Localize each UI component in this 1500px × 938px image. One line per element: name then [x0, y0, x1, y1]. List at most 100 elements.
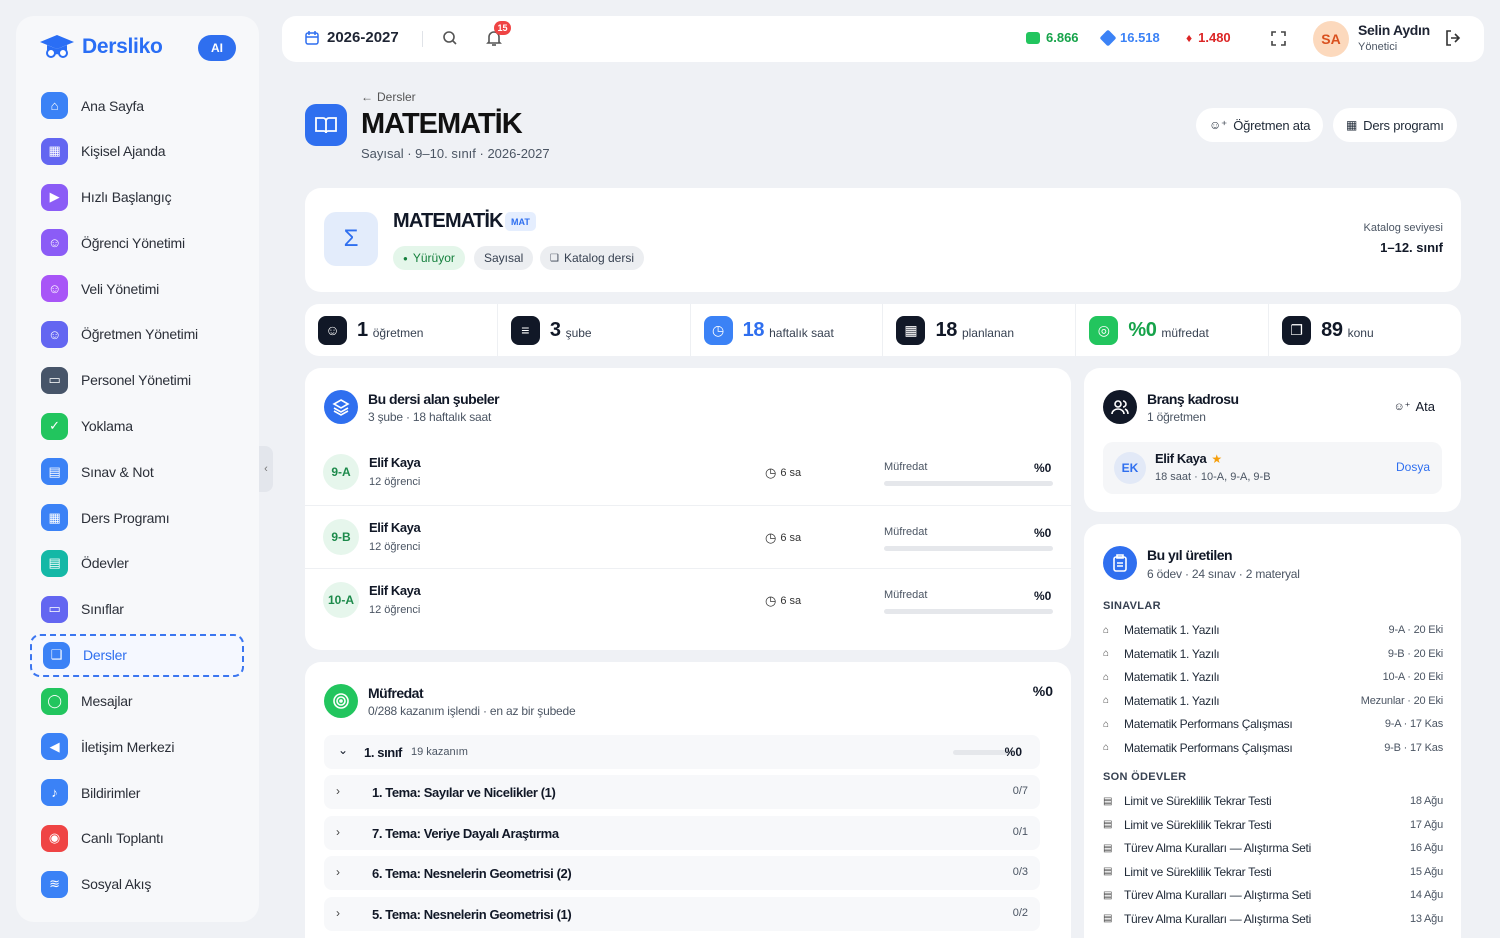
- branch-row[interactable]: 9-B Elif Kaya 12 öğrenci ◷ 6 sa Müfredat …: [305, 504, 1071, 568]
- schedule-button[interactable]: ▦ Ders programı: [1333, 108, 1457, 142]
- sidebar-item-label: Sınıflar: [81, 601, 124, 618]
- exam-item[interactable]: ⌂ Matematik Performans Çalışması 9-B · 17 …: [1103, 737, 1443, 759]
- fullscreen-button[interactable]: [1270, 30, 1287, 52]
- homework-date: 16 Ağu: [1409, 842, 1443, 854]
- track-badge: Sayısal: [474, 246, 534, 270]
- course-title: MATEMATİK: [393, 210, 504, 232]
- sidebar-item[interactable]: ▭ Sınıflar: [30, 591, 244, 628]
- exam-item[interactable]: ⌂ Matematik 1. Yazılı 10-A · 20 Eki: [1103, 666, 1443, 688]
- logout-button[interactable]: [1444, 29, 1462, 52]
- exam-name: Matematik Performans Çalışması: [1124, 717, 1293, 731]
- sidebar-item[interactable]: ◯ Mesajlar: [30, 683, 244, 720]
- fire-icon: ♦: [1186, 30, 1193, 45]
- gems-stat[interactable]: 16.518: [1099, 29, 1160, 46]
- staff-title: Branş kadrosu: [1147, 391, 1239, 407]
- branch-row[interactable]: 9-A Elif Kaya 12 öğrenci ◷ 6 sa Müfredat …: [305, 441, 1071, 504]
- brand-logo[interactable]: Dersliko: [38, 32, 163, 62]
- users-icon: ☺: [41, 229, 68, 257]
- exam-name: Matematik 1. Yazılı: [1124, 623, 1220, 637]
- exam-meta: 9-B · 20 Eki: [1387, 647, 1443, 660]
- topbar: 2026-2027 15 6.866 16.518 ♦ 1.480 SA Sel…: [282, 16, 1484, 62]
- homework-item[interactable]: ▤ Türev Alma Kuralları — Alıştırma Seti 16…: [1103, 837, 1443, 859]
- exam-item[interactable]: ⌂ Matematik 1. Yazılı 9-B · 20 Eki: [1103, 643, 1443, 665]
- page-subtitle: Sayısal · 9–10. sınıf · 2026-2027: [361, 146, 550, 161]
- sidebar-item[interactable]: ▶ Hızlı Başlangıç: [30, 179, 244, 216]
- teacher-file-link[interactable]: Dosya: [1396, 460, 1430, 474]
- grade-label: 1. sınıf: [364, 745, 402, 760]
- sidebar-item[interactable]: ☺ Veli Yönetimi: [30, 270, 244, 307]
- sidebar-item-label: Veli Yönetimi: [81, 280, 160, 297]
- branch-row[interactable]: 10-A Elif Kaya 12 öğrenci ◷ 6 sa Müfredat…: [305, 568, 1071, 631]
- clipboard-icon: ▤: [1103, 842, 1113, 854]
- coins-stat[interactable]: 6.866: [1026, 30, 1079, 45]
- streak-value: 1.480: [1198, 30, 1231, 45]
- streak-stat[interactable]: ♦ 1.480: [1186, 30, 1231, 45]
- layers-icon: ≡: [510, 315, 540, 345]
- clipboard-icon: ▤: [1103, 819, 1113, 830]
- homework-item[interactable]: ▤ Limit ve Süreklilik Tekrar Testi 18 Ağu: [1103, 790, 1443, 812]
- breadcrumb-back-link[interactable]: ← Dersler: [361, 90, 416, 104]
- sidebar-item[interactable]: ◉ Canlı Toplantı: [30, 820, 244, 857]
- user-avatar[interactable]: SA: [1313, 21, 1349, 57]
- homework-name: Türev Alma Kuralları — Alıştırma Seti: [1124, 888, 1311, 902]
- target-icon: [324, 684, 358, 718]
- homework-item[interactable]: ▤ Türev Alma Kuralları — Alıştırma Seti 13…: [1103, 908, 1443, 930]
- status-badge: ● Yürüyor: [393, 246, 465, 270]
- assign-teacher-label: Öğretmen ata: [1233, 117, 1311, 133]
- stat-label: öğretmen: [372, 326, 424, 340]
- topic-row[interactable]: › 1. Tema: Sayılar ve Nicelikler (1) 0/7: [324, 775, 1040, 809]
- expand-icon: [1271, 31, 1286, 46]
- sidebar-item[interactable]: ☺ Öğretmen Yönetimi: [30, 316, 244, 353]
- calendar-icon: ▦: [896, 315, 926, 345]
- logout-icon: [1446, 30, 1461, 46]
- sidebar-collapse-button[interactable]: ‹: [259, 446, 273, 492]
- sidebar-item[interactable]: ♪ Bildirimler: [30, 774, 244, 811]
- sidebar-item[interactable]: ▤ Ödevler: [30, 545, 244, 582]
- homework-name: Limit ve Süreklilik Tekrar Testi: [1124, 794, 1272, 808]
- branches-title: Bu dersi alan şubeler: [368, 391, 500, 407]
- assign-teacher-button[interactable]: ☺⁺ Öğretmen ata: [1196, 108, 1324, 142]
- course-code-badge: MAT: [505, 212, 536, 231]
- topic-row[interactable]: › 5. Tema: Nesnelerin Geometrisi (1) 0/2: [324, 897, 1040, 932]
- graduation-cap-icon: ⌂: [1103, 671, 1110, 683]
- grade-row[interactable]: ⌄ 1. sınıf 19 kazanım %0: [324, 735, 1040, 769]
- homework-item[interactable]: ▤ Limit ve Süreklilik Tekrar Testi 17 Ağu: [1103, 814, 1443, 836]
- search-button[interactable]: [442, 30, 458, 51]
- checklist-icon: ✓: [41, 412, 68, 440]
- exam-meta: 9-A · 17 Kas: [1384, 718, 1443, 730]
- academic-year-selector[interactable]: 2026-2027: [304, 29, 399, 46]
- play-icon: ▶: [41, 183, 68, 211]
- sidebar-item[interactable]: ▭ Personel Yönetimi: [30, 362, 244, 399]
- homework-item[interactable]: ▤ Türev Alma Kuralları — Alıştırma Seti 14…: [1103, 884, 1443, 906]
- teacher-row[interactable]: EK Elif Kaya ★ 18 saat · 10-A, 9-A, 9-B …: [1103, 442, 1442, 494]
- sidebar-item-label: Kişisel Ajanda: [81, 143, 166, 160]
- branch-teacher: Elif Kaya: [369, 583, 421, 598]
- sidebar-item[interactable]: ⌂ Ana Sayfa: [30, 87, 244, 124]
- sidebar-item[interactable]: ▦ Ders Programı: [30, 499, 244, 536]
- sidebar-item[interactable]: ❑ Dersler: [30, 633, 244, 677]
- exam-name: Matematik 1. Yazılı: [1124, 646, 1220, 661]
- sidebar-item[interactable]: ✓ Yoklama: [30, 408, 244, 445]
- sidebar-item[interactable]: ▤ Sınav & Not: [30, 453, 244, 490]
- sidebar-item[interactable]: ≋ Sosyal Akış: [30, 866, 244, 903]
- sidebar-item[interactable]: ▦ Kişisel Ajanda: [30, 133, 244, 170]
- topic-row[interactable]: › 7. Tema: Veriye Dayalı Araştırma 0/1: [324, 815, 1040, 850]
- gems-value: 16.518: [1120, 30, 1160, 45]
- graduation-cap-icon: ⌂: [1103, 718, 1110, 730]
- sidebar-item[interactable]: ☺ Öğrenci Yönetimi: [30, 224, 244, 261]
- topic-progress: 0/1: [1012, 825, 1028, 838]
- exam-item[interactable]: ⌂ Matematik 1. Yazılı 9-A · 20 Eki: [1103, 619, 1443, 641]
- stat-cell: ☺ 1 öğretmen: [305, 304, 498, 356]
- homework-item[interactable]: ▤ Limit ve Süreklilik Tekrar Testi 15 Ağu: [1103, 861, 1443, 883]
- ai-button[interactable]: AI: [198, 35, 236, 61]
- exam-item[interactable]: ⌂ Matematik Performans Çalışması 9-A · 17 …: [1103, 713, 1443, 735]
- topic-row[interactable]: › 6. Tema: Nesnelerin Geometrisi (2) 0/3: [324, 856, 1040, 891]
- exam-meta: 9-A · 20 Eki: [1388, 624, 1444, 636]
- exam-item[interactable]: ⌂ Matematik 1. Yazılı Mezunlar · 20 Eki: [1103, 690, 1443, 712]
- homework-date: 18 Ağu: [1409, 795, 1443, 807]
- sidebar-item[interactable]: ◀ İletişim Merkezi: [30, 728, 244, 765]
- branch-students: 12 öğrenci: [369, 476, 421, 488]
- topic-name: 1. Tema: Sayılar ve Nicelikler (1): [372, 785, 556, 800]
- assign-button[interactable]: ☺⁺ Ata: [1385, 392, 1443, 420]
- curriculum-value: %0: [1034, 461, 1052, 475]
